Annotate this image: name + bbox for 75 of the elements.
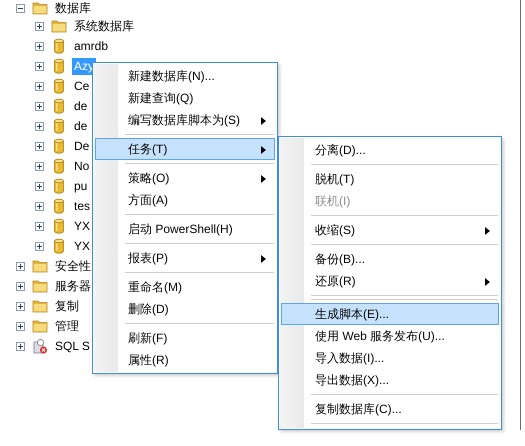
tree-item[interactable]: SQL S: [53, 338, 92, 354]
menu-item[interactable]: 启动 PowerShell(H): [95, 218, 275, 240]
tree-item[interactable]: 管理: [53, 318, 81, 334]
folder-icon: [51, 18, 67, 34]
menu-item[interactable]: 导入数据(I)...: [281, 347, 499, 369]
menu-item[interactable]: 任务(T): [95, 138, 275, 160]
tree-item[interactable]: 安全性: [53, 258, 93, 274]
expand-icon[interactable]: [16, 282, 25, 290]
menu-item[interactable]: 收缩(S): [281, 219, 499, 241]
expand-icon[interactable]: [35, 202, 44, 210]
database-icon: [51, 58, 67, 74]
database-icon: [51, 198, 67, 214]
expand-icon[interactable]: [35, 122, 44, 130]
expand-icon[interactable]: [35, 22, 44, 30]
menu-item[interactable]: 使用 Web 服务发布(U)...: [281, 325, 499, 347]
menu-item[interactable]: 脱机(T): [281, 168, 499, 190]
menu-item[interactable]: 新建查询(Q): [95, 87, 275, 109]
database-icon: [51, 138, 67, 154]
menu-item[interactable]: 方面(A): [95, 189, 275, 211]
tree-item[interactable]: 复制: [53, 298, 81, 314]
tree-item[interactable]: de: [72, 118, 90, 134]
menu-item[interactable]: 编写数据库脚本为(S): [95, 109, 275, 131]
menu-item[interactable]: 生成脚本(E)...: [281, 303, 499, 325]
tree-item[interactable]: de: [72, 98, 90, 114]
tree-item[interactable]: tes: [72, 198, 92, 214]
expand-icon[interactable]: [35, 162, 44, 170]
menu-item[interactable]: 还原(R): [281, 270, 499, 292]
menu-item[interactable]: 删除(D): [95, 298, 275, 320]
tree-item[interactable]: De: [72, 138, 92, 154]
tree-item[interactable]: 服务器: [53, 278, 93, 294]
agent-error-icon: [32, 338, 48, 354]
menu-item[interactable]: 策略(O): [95, 167, 275, 189]
tree-item[interactable]: 系统数据库: [72, 18, 136, 34]
expand-icon[interactable]: [16, 322, 25, 330]
menu-item[interactable]: 分离(D)...: [281, 139, 499, 161]
menu-item[interactable]: 导出数据(X)...: [281, 369, 499, 391]
tree-item[interactable]: Ce: [72, 78, 92, 94]
expand-icon[interactable]: [35, 82, 44, 90]
database-icon: [51, 118, 67, 134]
collapse-icon[interactable]: [16, 4, 25, 12]
expand-icon[interactable]: [35, 42, 44, 50]
tree-item[interactable]: 数据库: [53, 0, 93, 16]
menu-item[interactable]: 报表(P): [95, 247, 275, 269]
folder-icon: [32, 258, 48, 274]
expand-icon[interactable]: [16, 302, 25, 310]
database-icon: [51, 238, 67, 254]
expand-icon[interactable]: [35, 242, 44, 250]
database-icon: [51, 178, 67, 194]
tree-item[interactable]: YX: [72, 238, 92, 254]
folder-icon: [32, 278, 48, 294]
database-icon: [51, 98, 67, 114]
expand-icon[interactable]: [35, 222, 44, 230]
expand-icon[interactable]: [35, 62, 44, 70]
folder-icon: [32, 0, 48, 16]
menu-item[interactable]: 备份(B)...: [281, 248, 499, 270]
expand-icon[interactable]: [16, 262, 25, 270]
expand-icon[interactable]: [35, 142, 44, 150]
tree-item[interactable]: No: [72, 158, 92, 174]
tree-item[interactable]: pu: [72, 178, 90, 194]
menu-item[interactable]: 重命名(M): [95, 276, 275, 298]
tree-item[interactable]: YX: [72, 218, 92, 234]
menu-item[interactable]: 复制数据库(C)...: [281, 398, 499, 420]
database-icon: [51, 218, 67, 234]
expand-icon[interactable]: [35, 102, 44, 110]
menu-item[interactable]: 属性(R): [95, 349, 275, 371]
folder-icon: [32, 298, 48, 314]
expand-icon[interactable]: [35, 182, 44, 190]
menu-item[interactable]: 新建数据库(N)...: [95, 65, 275, 87]
menu-item[interactable]: 刷新(F): [95, 327, 275, 349]
folder-icon: [32, 318, 48, 334]
expand-icon[interactable]: [16, 342, 25, 350]
database-icon: [51, 78, 67, 94]
tree-item[interactable]: amrdb: [72, 38, 110, 54]
database-icon: [51, 158, 67, 174]
database-icon: [51, 38, 67, 54]
